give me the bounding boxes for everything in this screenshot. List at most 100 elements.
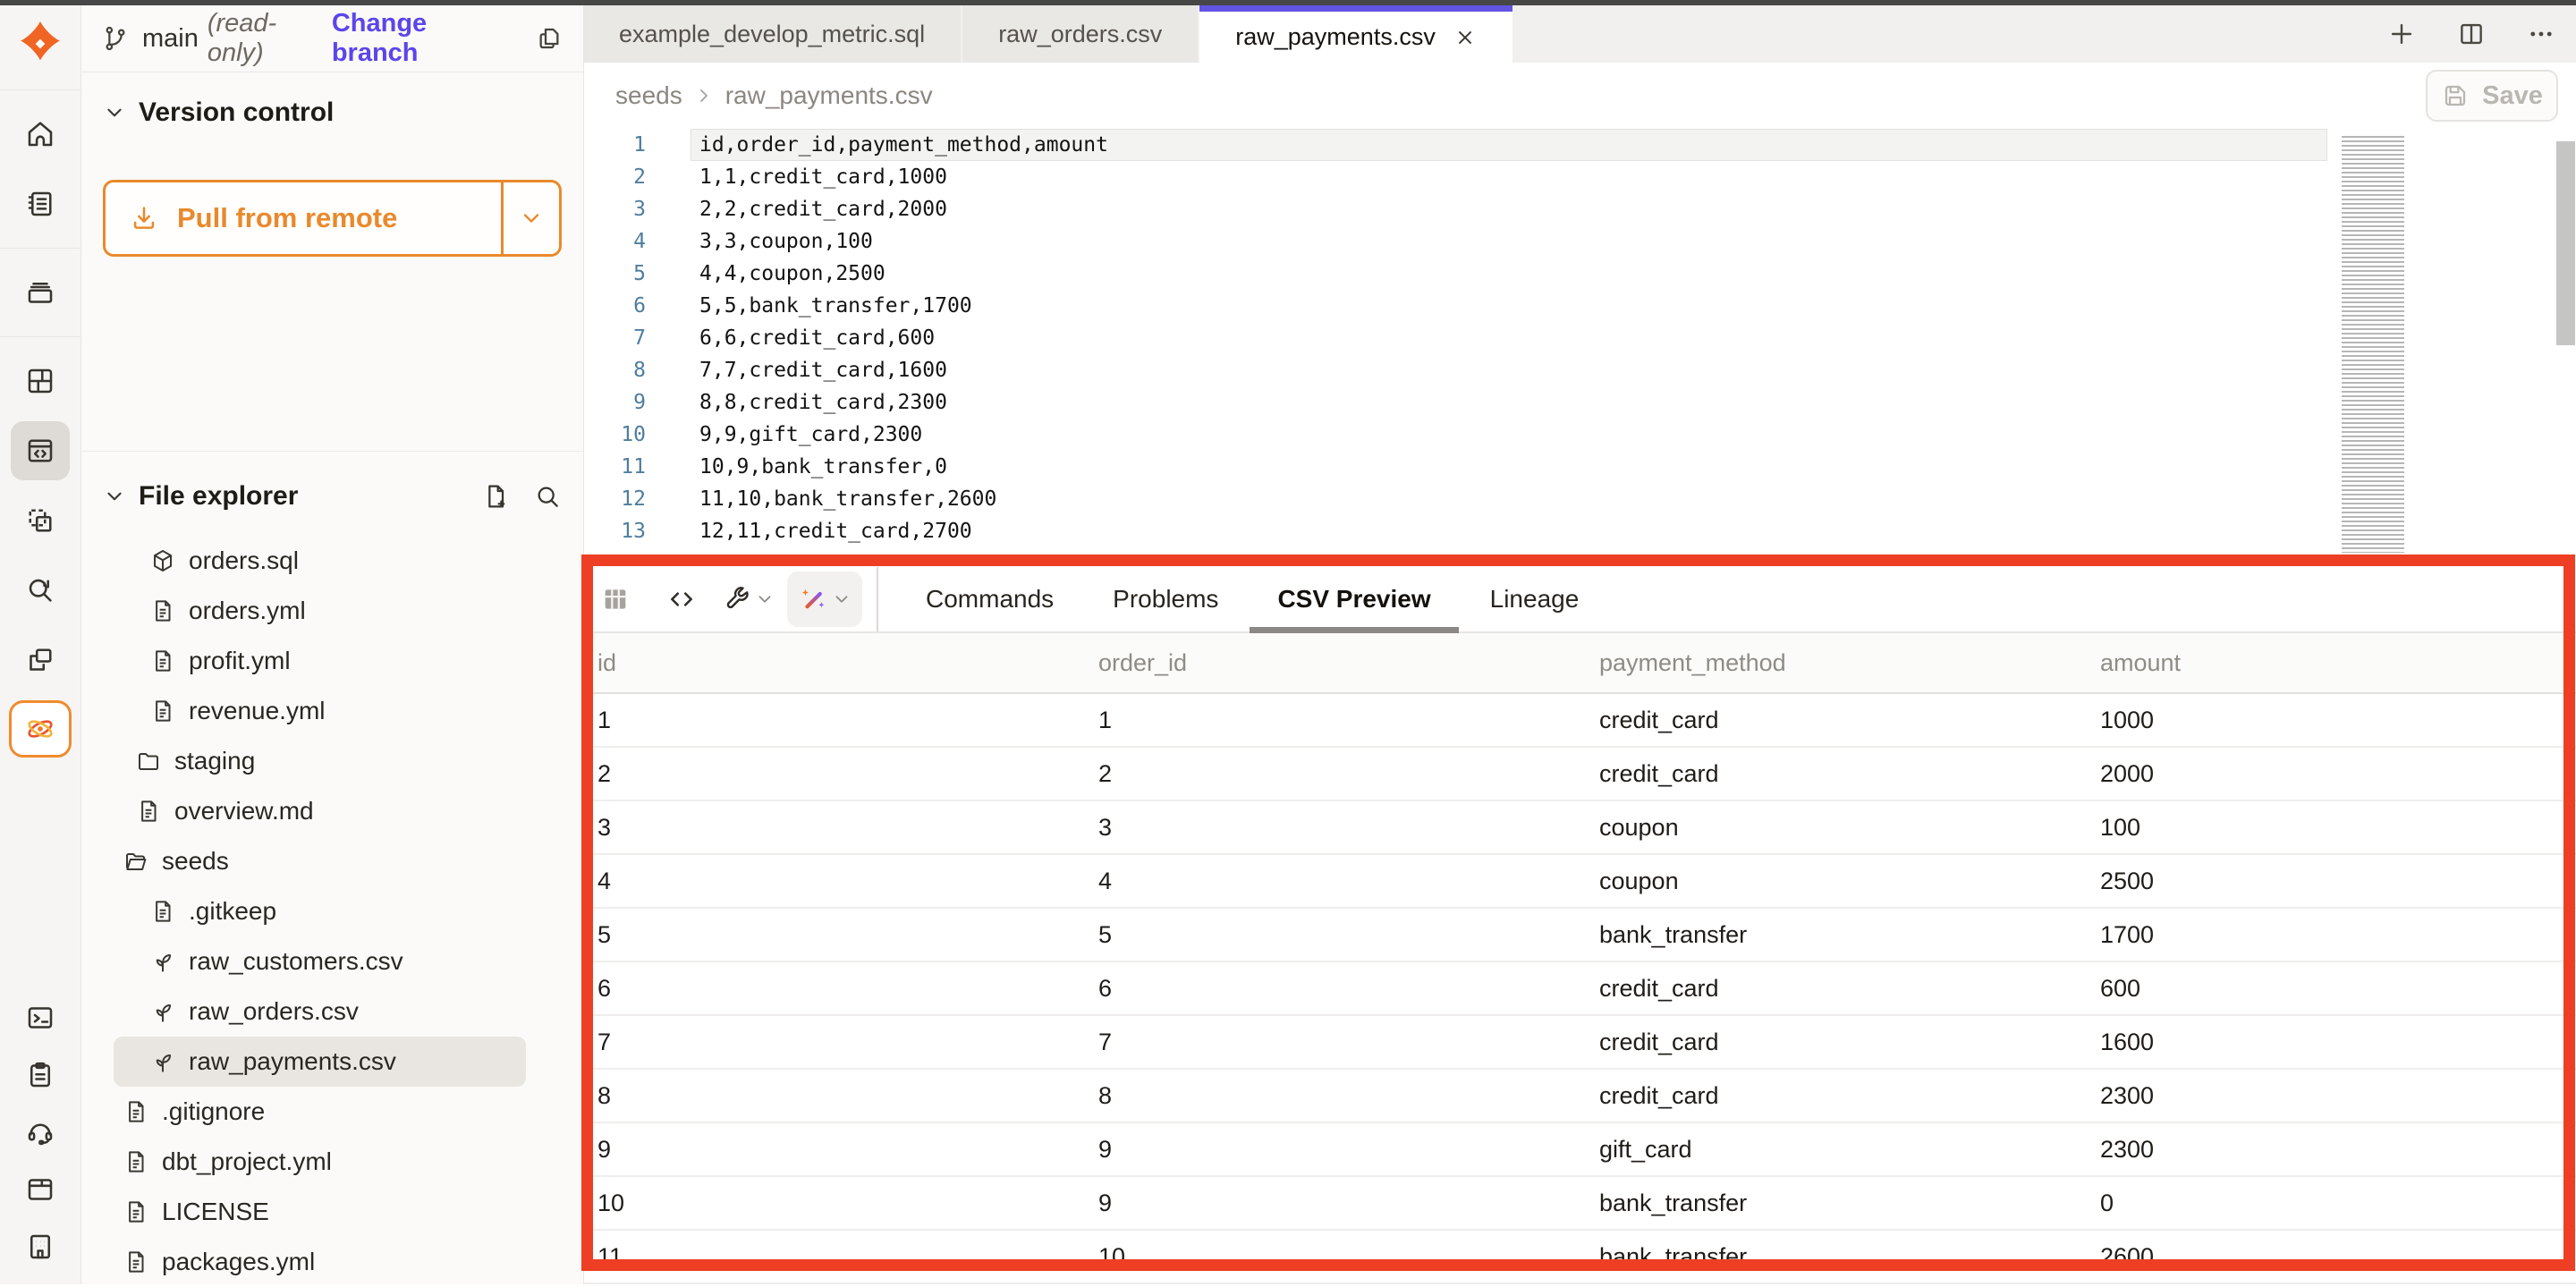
editor-scrollbar-thumb[interactable] [2556, 141, 2575, 345]
file-tree-item[interactable]: revenue.yml [114, 686, 526, 736]
chevron-down-icon[interactable] [103, 485, 126, 508]
copy-icon[interactable] [535, 24, 564, 53]
app-window: main (read-only) Change branch Version c… [0, 0, 2576, 1284]
file-tree-item[interactable]: raw_orders.csv [114, 986, 526, 1037]
file-tree-item[interactable]: staging [114, 736, 526, 786]
cell-order-id: 5 [1098, 921, 1599, 949]
editor-line: 10 9,9,gift_card,2300 [583, 419, 2576, 451]
file-tree-item[interactable]: orders.yml [114, 586, 526, 636]
build-tools-control[interactable] [723, 584, 775, 614]
external-window-icon[interactable] [11, 631, 70, 690]
change-branch-link[interactable]: Change branch [332, 9, 519, 68]
editor-minimap[interactable] [2342, 136, 2404, 553]
new-file-icon[interactable] [481, 482, 510, 511]
dbt-logo [13, 16, 68, 72]
pull-from-remote-button[interactable]: Pull from remote [103, 180, 562, 257]
cell-id: 10 [597, 1190, 1098, 1217]
dashboard-icon[interactable] [11, 351, 70, 411]
panel-toolbar: Commands Problems CSV Preview Lineage [583, 567, 2576, 633]
file-tree-item[interactable]: seeds [114, 836, 526, 886]
seed-sprout-icon [149, 1048, 176, 1075]
file-tree: orders.sql orders.yml [81, 536, 583, 1287]
save-button[interactable]: Save [2426, 70, 2558, 122]
table-row[interactable]: 11 10 bank_transfer 2600 [583, 1231, 2576, 1284]
cell-amount: 2600 [2100, 1243, 2576, 1271]
editor-tab[interactable]: example_develop_metric.sql [583, 5, 962, 63]
terminal-icon[interactable] [13, 993, 68, 1043]
develop-icon[interactable] [11, 421, 70, 480]
line-text: 5,5,bank_transfer,1700 [691, 294, 972, 318]
table-row[interactable]: 8 8 credit_card 2300 [583, 1070, 2576, 1123]
file-tree-item[interactable]: .gitkeep [114, 886, 526, 936]
file-tree-item[interactable]: packages.yml [114, 1237, 526, 1287]
query-analysis-icon[interactable] [11, 561, 70, 620]
chevron-down-icon[interactable] [103, 101, 126, 124]
table-row[interactable]: 4 4 coupon 2500 [583, 855, 2576, 909]
column-header: payment_method [1599, 649, 2100, 677]
file-tree-item[interactable]: overview.md [114, 786, 526, 836]
cell-payment-method: credit_card [1599, 1029, 2100, 1056]
table-row[interactable]: 10 9 bank_transfer 0 [583, 1177, 2576, 1231]
ai-fix-control[interactable] [787, 572, 862, 627]
archive-icon[interactable] [11, 263, 70, 322]
breadcrumb-bar: seeds raw_payments.csv Save [583, 63, 2576, 129]
breadcrumb-folder[interactable]: seeds [615, 81, 682, 110]
cell-payment-method: bank_transfer [1599, 1243, 2100, 1271]
line-text: 12,11,credit_card,2700 [691, 520, 972, 543]
panel-tab[interactable]: Commands [896, 567, 1083, 631]
dbt-assist-icon[interactable] [9, 700, 72, 758]
table-row[interactable]: 2 2 credit_card 2000 [583, 748, 2576, 801]
cell-amount: 2500 [2100, 868, 2576, 895]
close-icon[interactable] [1453, 26, 1477, 49]
file-tree-item[interactable]: .gitignore [114, 1087, 526, 1137]
home-icon[interactable] [11, 105, 70, 164]
download-icon [129, 203, 159, 233]
file-tree-item[interactable]: orders.sql [114, 536, 526, 586]
file-doc-icon [149, 698, 176, 724]
code-editor[interactable]: 1 id,order_id,payment_method,amount 2 1,… [583, 129, 2576, 567]
table-row[interactable]: 9 9 gift_card 2300 [583, 1123, 2576, 1177]
file-name: staging [174, 747, 255, 775]
table-row[interactable]: 1 1 credit_card 1000 [583, 694, 2576, 748]
file-name: profit.yml [189, 647, 291, 675]
main-area: example_develop_metric.sql raw_orders.cs… [583, 5, 2576, 1284]
new-tab-icon[interactable] [2386, 19, 2417, 49]
file-tree-item[interactable]: profit.yml [114, 636, 526, 686]
canvas-icon[interactable] [11, 491, 70, 550]
more-options-icon[interactable] [2526, 19, 2556, 49]
panel-tab[interactable]: Problems [1083, 567, 1248, 631]
table-row[interactable]: 5 5 bank_transfer 1700 [583, 909, 2576, 962]
line-text: 1,1,credit_card,1000 [691, 165, 947, 189]
editor-tab[interactable]: raw_orders.csv [962, 5, 1199, 63]
file-tree-item[interactable]: LICENSE [114, 1187, 526, 1237]
file-tree-item[interactable]: raw_customers.csv [114, 936, 526, 986]
cell-amount: 100 [2100, 814, 2576, 842]
headset-icon[interactable] [13, 1107, 68, 1157]
table-row[interactable]: 3 3 coupon 100 [583, 801, 2576, 855]
panel-tab[interactable]: Lineage [1461, 567, 1609, 631]
line-number: 12 [583, 487, 691, 511]
file-tree-item[interactable]: dbt_project.yml [114, 1137, 526, 1187]
folder-open-icon [123, 848, 149, 875]
file-tree-item[interactable]: raw_payments.csv [114, 1037, 526, 1087]
panel-tab[interactable]: CSV Preview [1248, 567, 1460, 631]
results-table-icon[interactable] [590, 574, 640, 624]
clipboard-icon[interactable] [13, 1050, 68, 1100]
pull-options-caret[interactable] [501, 182, 559, 254]
cell-payment-method: coupon [1599, 868, 2100, 895]
table-row[interactable]: 6 6 credit_card 600 [583, 962, 2576, 1016]
split-editor-icon[interactable] [2456, 19, 2487, 49]
browser-icon[interactable] [13, 1164, 68, 1215]
toolbar-divider [877, 567, 878, 631]
sidebar: main (read-only) Change branch Version c… [81, 5, 584, 1284]
compiled-code-icon[interactable] [657, 574, 707, 624]
table-row[interactable]: 7 7 credit_card 1600 [583, 1016, 2576, 1070]
window-top-edge [0, 0, 2576, 5]
cell-payment-method: bank_transfer [1599, 921, 2100, 949]
notebook-icon[interactable] [11, 174, 70, 233]
branch-readonly-label: (read-only) [208, 9, 332, 68]
editor-tab[interactable]: raw_payments.csv [1199, 5, 1513, 63]
cell-order-id: 10 [1098, 1243, 1599, 1271]
organization-icon[interactable] [13, 1222, 68, 1272]
search-icon[interactable] [533, 482, 562, 511]
